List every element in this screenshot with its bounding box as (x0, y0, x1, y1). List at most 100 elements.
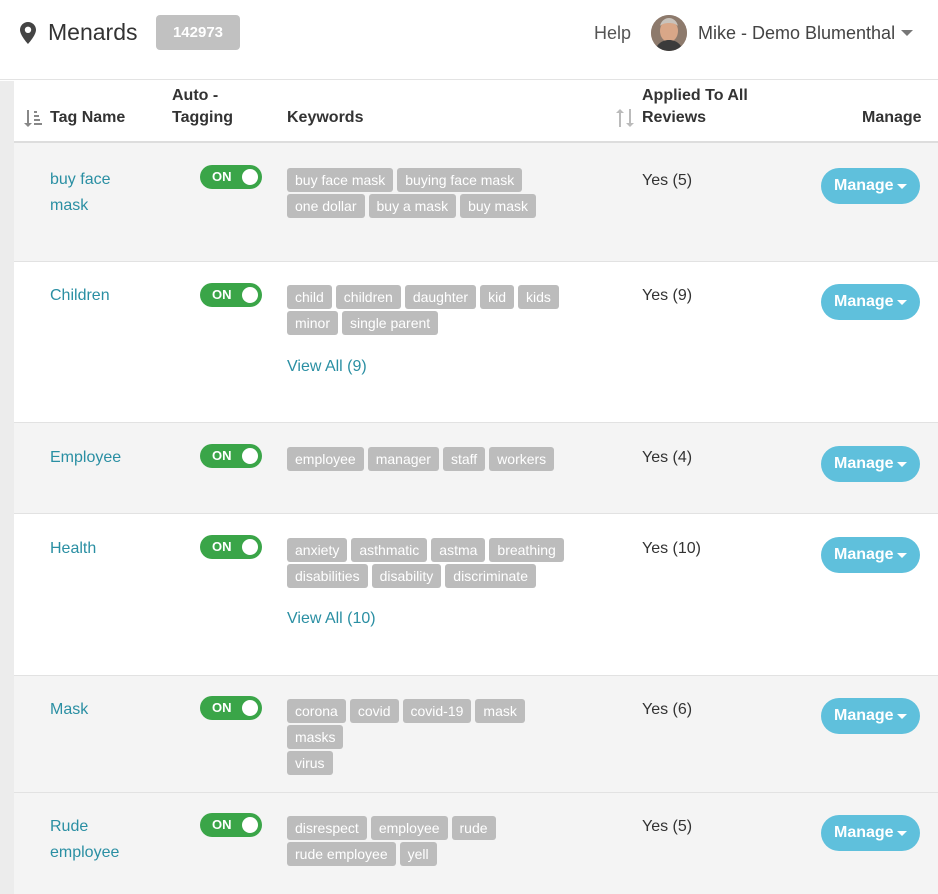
keyword-chip: staff (442, 447, 486, 471)
tag-name-link[interactable]: Children (50, 283, 150, 309)
keyword-chip: kids (518, 285, 559, 309)
toggle-knob (242, 287, 258, 303)
manage-label: Manage (834, 293, 894, 310)
help-link[interactable]: Help (594, 23, 631, 44)
keyword-chip: asthmatic (351, 538, 428, 562)
manage-label: Manage (834, 546, 894, 563)
tag-name-link[interactable]: buy face mask (50, 167, 150, 219)
tag-name-link[interactable]: Health (50, 536, 150, 562)
toggle-knob (242, 817, 258, 833)
keyword-list: corona covid covid-19 mask masks virus (287, 699, 587, 777)
column-auto-tagging-line1: Auto - (172, 87, 219, 104)
table-row: Children ON child children daughter kid kids… (14, 262, 938, 423)
top-bar: Menards 142973 Help Mike - Demo Blumenth… (0, 0, 938, 80)
tag-name-link[interactable]: Rude employee (50, 814, 150, 866)
toggle-label: ON (212, 817, 232, 832)
auto-tagging-toggle[interactable]: ON (200, 813, 262, 837)
manage-button[interactable]: Manage (821, 537, 920, 573)
keyword-chip: corona (287, 699, 346, 723)
auto-tagging-toggle[interactable]: ON (200, 696, 262, 720)
table-row: Health ON anxiety asthmatic astma breathing… (14, 514, 938, 676)
keyword-list: child children daughter kid kids minor single… (287, 285, 587, 337)
keyword-chip: buy a mask (368, 194, 457, 218)
keyword-chip: rude employee (287, 842, 396, 866)
location-pin-icon (20, 22, 36, 44)
view-all-keywords-link[interactable]: View All (9) (287, 358, 367, 376)
table-header: Tag Name Auto - Tagging Keywords Applied… (14, 81, 938, 143)
sort-amount-icon[interactable] (24, 109, 42, 127)
chevron-down-icon[interactable] (901, 30, 913, 36)
keyword-chip: employee (370, 816, 448, 840)
toggle-label: ON (212, 700, 232, 715)
tag-name-line1[interactable]: Rude (50, 814, 150, 840)
account-id-badge: 142973 (156, 15, 240, 50)
toggle-knob (242, 169, 258, 185)
manage-button[interactable]: Manage (821, 446, 920, 482)
tag-name-line2[interactable]: mask (50, 193, 150, 219)
toggle-knob (242, 539, 258, 555)
tag-name-link[interactable]: Mask (50, 697, 150, 723)
brand-name[interactable]: Menards (48, 19, 137, 46)
tag-name-line2[interactable]: employee (50, 840, 150, 866)
column-applied-line1: Applied To All (642, 87, 748, 104)
table-row: buy face mask ON buy face mask buying fac… (14, 143, 938, 262)
applied-status: Yes (4) (642, 449, 693, 466)
caret-down-icon (897, 553, 907, 558)
toggle-label: ON (212, 169, 232, 184)
caret-down-icon (897, 831, 907, 836)
auto-tagging-toggle[interactable]: ON (200, 444, 262, 468)
manage-button[interactable]: Manage (821, 815, 920, 851)
keyword-chip: mask (475, 699, 525, 723)
auto-tagging-toggle[interactable]: ON (200, 283, 262, 307)
applied-status: Yes (10) (642, 540, 701, 557)
keyword-chip: children (335, 285, 401, 309)
keyword-chip: astma (431, 538, 486, 562)
keyword-chip: disrespect (287, 816, 367, 840)
manage-button[interactable]: Manage (821, 284, 920, 320)
keyword-chip: disabilities (287, 564, 368, 588)
manage-label: Manage (834, 455, 894, 472)
keyword-chip: manager (367, 447, 439, 471)
tag-name-line1[interactable]: buy face (50, 167, 150, 193)
column-auto-tagging-line2: Tagging (172, 109, 234, 126)
caret-down-icon (897, 300, 907, 305)
keyword-chip: covid-19 (402, 699, 472, 723)
auto-tagging-toggle[interactable]: ON (200, 165, 262, 189)
keyword-chip: single parent (342, 311, 439, 335)
manage-label: Manage (834, 177, 894, 194)
keyword-chip: rude (451, 816, 496, 840)
caret-down-icon (897, 184, 907, 189)
keyword-chip: disability (371, 564, 442, 588)
keyword-chip: buying face mask (397, 168, 523, 192)
keyword-chip: workers (489, 447, 555, 471)
applied-status: Yes (9) (642, 287, 693, 304)
table-row: Employee ON employee manager staff workers … (14, 423, 938, 514)
left-gutter (0, 81, 14, 894)
keyword-chip: kid (480, 285, 515, 309)
applied-status: Yes (5) (642, 818, 693, 835)
keyword-chip: covid (349, 699, 399, 723)
avatar[interactable] (651, 15, 687, 51)
keyword-chip: buy mask (460, 194, 537, 218)
keyword-list: buy face mask buying face mask one dollar… (287, 168, 587, 220)
auto-tagging-toggle[interactable]: ON (200, 535, 262, 559)
toggle-label: ON (212, 448, 232, 463)
toggle-knob (242, 448, 258, 464)
column-applied-line2: Reviews (642, 109, 707, 126)
manage-button[interactable]: Manage (821, 698, 920, 734)
column-tag-name[interactable]: Tag Name (50, 107, 125, 129)
tag-name-link[interactable]: Employee (50, 445, 150, 471)
keyword-chip: daughter (404, 285, 477, 309)
keyword-chip: virus (287, 751, 333, 775)
keyword-chip: masks (287, 725, 344, 749)
keyword-list: anxiety asthmatic astma breathing disabilit… (287, 538, 587, 590)
column-keywords: Keywords (287, 109, 364, 126)
toggle-label: ON (212, 539, 232, 554)
sort-icon[interactable] (616, 109, 634, 127)
user-menu-name[interactable]: Mike - Demo Blumenthal (698, 23, 895, 44)
manage-button[interactable]: Manage (821, 168, 920, 204)
applied-status: Yes (5) (642, 172, 693, 189)
view-all-keywords-link[interactable]: View All (10) (287, 610, 376, 628)
manage-label: Manage (834, 707, 894, 724)
applied-status: Yes (6) (642, 701, 693, 718)
